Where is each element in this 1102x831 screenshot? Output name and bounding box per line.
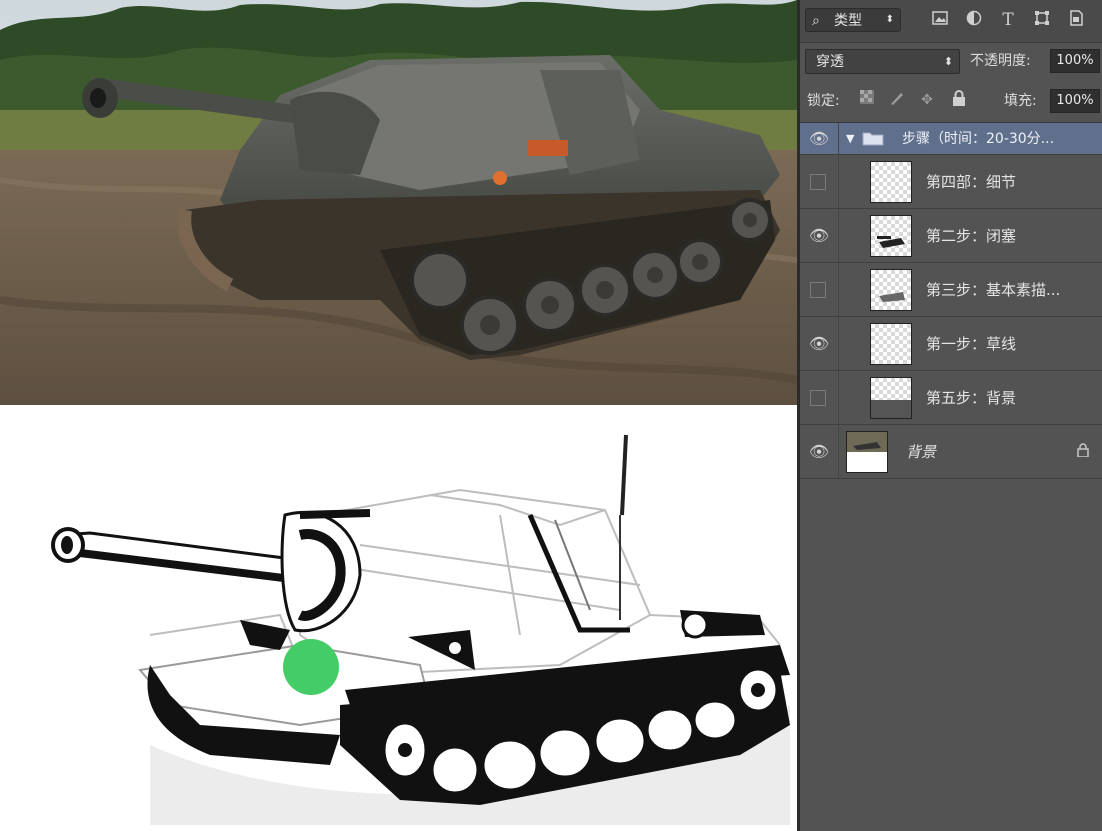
layer-separator (838, 155, 839, 208)
lock-transparent-icon[interactable] (858, 90, 876, 110)
lock-icon (1074, 442, 1092, 461)
opacity-input[interactable]: 100% (1050, 49, 1100, 73)
filter-kind-select[interactable]: ⌕ 类型 ⬍ (805, 8, 901, 32)
layer-name: 第三步：基本素描... (926, 281, 1061, 299)
type-filter-icon[interactable]: T (998, 10, 1018, 30)
layer-name: 第五步：背景 (926, 389, 1017, 407)
layer-row[interactable]: 第五步：背景 (800, 371, 1102, 425)
layer-name: 第四部：细节 (926, 173, 1017, 191)
layer-row[interactable]: 👁 第二步：闭塞 (800, 209, 1102, 263)
eye-icon[interactable]: 👁 (808, 334, 830, 353)
layer-thumbnail (870, 215, 912, 257)
background-layer-row[interactable]: 👁 背景 (800, 425, 1102, 479)
layer-separator (838, 263, 839, 316)
eye-icon[interactable]: 👁 (808, 129, 830, 148)
opacity-label: 不透明度: (970, 53, 1031, 69)
shape-filter-icon[interactable] (1032, 10, 1052, 30)
layer-thumbnail (870, 161, 912, 203)
layer-separator (838, 123, 839, 154)
lock-position-icon[interactable]: ✥ (918, 90, 936, 110)
eye-icon[interactable]: 👁 (808, 226, 830, 245)
layer-thumbnail (870, 269, 912, 311)
brush-cursor-dot (283, 639, 339, 695)
fill-label: 填充: (1004, 93, 1037, 109)
tank-line-sketch (0, 405, 797, 831)
layer-thumbnail (846, 431, 888, 473)
adjustment-filter-icon[interactable] (964, 10, 984, 30)
search-icon: ⌕ (812, 13, 820, 29)
layer-row[interactable]: 第四部：细节 (800, 155, 1102, 209)
layer-name: 第一步：草线 (926, 335, 1017, 353)
layer-thumbnail (870, 377, 912, 419)
layer-row[interactable]: 第三步：基本素描... (800, 263, 1102, 317)
layer-row[interactable]: 👁 第一步：草线 (800, 317, 1102, 371)
layer-group-steps[interactable]: 👁 ▼ 步骤（时间：20-30分... (800, 123, 1102, 155)
group-name: 步骤（时间：20-30分... (902, 131, 1055, 147)
blend-opacity-bar: 穿透 ⬍ 不透明度: 100% (800, 42, 1102, 80)
lock-all-icon[interactable] (950, 90, 968, 110)
visibility-off-checkbox[interactable] (810, 173, 826, 190)
layer-thumbnail (870, 323, 912, 365)
document-canvas[interactable] (0, 0, 797, 831)
lock-fill-bar: 锁定: ✥ 填充: 100% (800, 80, 1102, 123)
up-down-arrows-icon: ⬍ (885, 14, 894, 25)
up-down-arrows-icon: ⬍ (943, 55, 953, 68)
layer-separator (838, 425, 839, 478)
filter-kind-label: 类型 (834, 13, 862, 29)
eye-icon[interactable]: 👁 (808, 442, 830, 461)
layer-name: 第二步：闭塞 (926, 227, 1017, 245)
visibility-off-checkbox[interactable] (810, 389, 826, 406)
blend-mode-value: 穿透 (816, 54, 844, 70)
disclosure-triangle-icon[interactable]: ▼ (846, 123, 854, 155)
layer-list: 👁 ▼ 步骤（时间：20-30分... 第四部：细节 👁 第二步：闭塞 第三步：… (800, 123, 1102, 479)
fill-input[interactable]: 100% (1050, 89, 1100, 113)
layer-separator (838, 209, 839, 262)
smart-object-filter-icon[interactable] (1066, 10, 1086, 30)
layer-separator (838, 371, 839, 424)
layer-separator (838, 317, 839, 370)
folder-icon (862, 132, 884, 146)
blend-mode-select[interactable]: 穿透 ⬍ (805, 49, 960, 74)
layer-name: 背景 (906, 443, 937, 461)
image-filter-icon[interactable] (930, 10, 950, 30)
lock-image-icon[interactable] (888, 90, 906, 110)
visibility-off-checkbox[interactable] (810, 281, 826, 298)
lock-label: 锁定: (807, 93, 840, 109)
tank-photo (0, 0, 797, 405)
layers-panel: ⌕ 类型 ⬍ T 穿透 ⬍ 不透明度: 100% 锁定: ✥ 填充: 100% … (800, 0, 1102, 831)
layer-filter-bar: ⌕ 类型 ⬍ T (800, 0, 1102, 43)
